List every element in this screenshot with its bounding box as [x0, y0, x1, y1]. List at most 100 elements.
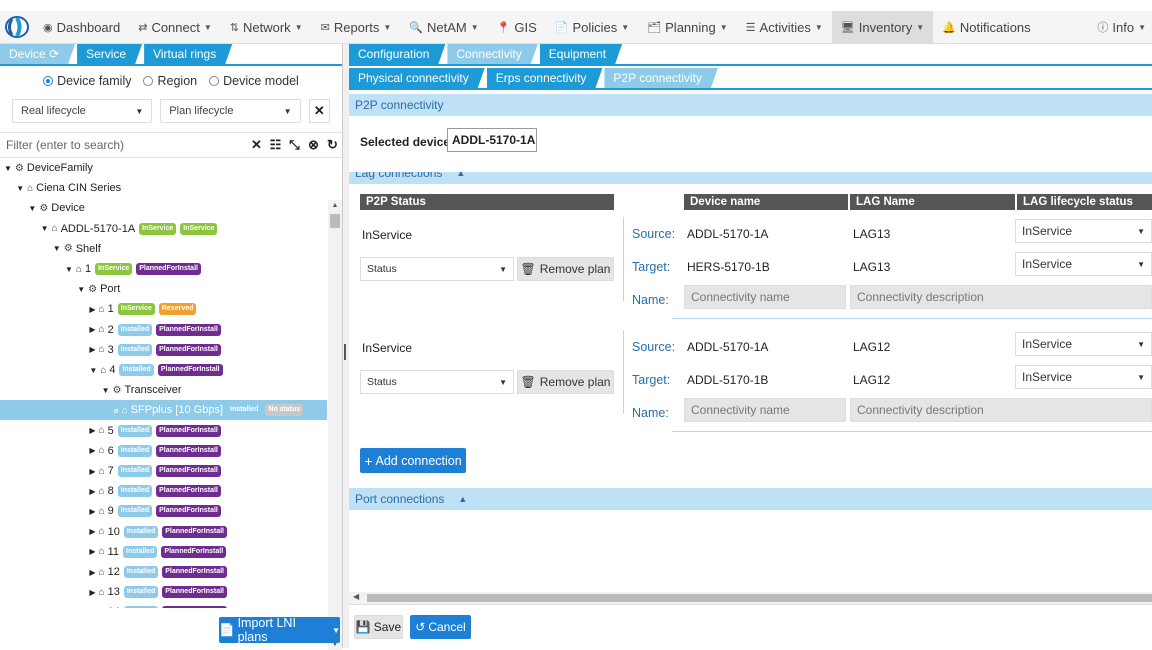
- tree-node[interactable]: ▶⌂8InstalledPlannedForInstall: [0, 481, 327, 501]
- filter-input[interactable]: Filter (enter to search): [0, 138, 247, 152]
- horizontal-scrollbar[interactable]: ◀: [349, 592, 1152, 604]
- tab-connectivity[interactable]: Connectivity: [447, 44, 537, 64]
- add-connection-button[interactable]: + Add connection: [360, 448, 466, 473]
- caret-down-icon[interactable]: ▼: [28, 204, 36, 213]
- target-lifecycle-select[interactable]: InService▼: [1015, 252, 1152, 276]
- nav-reports[interactable]: ✉Reports▼: [312, 11, 401, 43]
- remove-plan-button[interactable]: 🗑Remove plan: [517, 257, 614, 281]
- nav-netam[interactable]: 🔍NetAM▼: [400, 11, 487, 43]
- caret-down-icon[interactable]: ▼: [53, 244, 61, 253]
- caret-down-icon[interactable]: ▼: [4, 164, 12, 173]
- caret-down-icon[interactable]: ▼: [41, 224, 49, 233]
- nav-policies[interactable]: 📄Policies▼: [546, 11, 638, 43]
- import-lni-plans-button[interactable]: 📄 Import LNI plans ▼: [219, 617, 340, 643]
- caret-right-icon[interactable]: ▶: [89, 325, 95, 334]
- port-section-header[interactable]: Port connections▲: [349, 488, 1152, 510]
- source-lifecycle-select[interactable]: InService▼: [1015, 332, 1152, 356]
- caret-right-icon[interactable]: ▶: [89, 305, 95, 314]
- real-lifecycle-select[interactable]: Real lifecycle▼: [12, 99, 152, 123]
- collapse-up-icon[interactable]: ▲: [458, 494, 467, 504]
- tab-service[interactable]: Service: [77, 44, 142, 64]
- nav-notifications[interactable]: 🔔Notifications: [933, 11, 1040, 43]
- connectivity-description-input[interactable]: Connectivity description: [850, 398, 1152, 422]
- remove-plan-button[interactable]: 🗑Remove plan: [517, 370, 614, 394]
- caret-right-icon[interactable]: ▶: [89, 467, 95, 476]
- close-circle-icon[interactable]: ⊗: [304, 137, 323, 153]
- caret-right-icon[interactable]: ▶: [89, 487, 95, 496]
- radio-dot[interactable]: [143, 76, 153, 86]
- refresh-icon[interactable]: ↻: [323, 137, 342, 153]
- tree-node[interactable]: ▶⌂2InstalledPlannedForInstall: [0, 320, 327, 340]
- tree-node[interactable]: ▼⚙Device: [0, 198, 327, 218]
- clear-filter-icon[interactable]: ✕: [247, 137, 266, 153]
- tree-node[interactable]: ▶⌂7InstalledPlannedForInstall: [0, 461, 327, 481]
- plan-lifecycle-select[interactable]: Plan lifecycle▼: [160, 99, 300, 123]
- caret-down-icon[interactable]: ▼: [102, 386, 110, 395]
- radio-dot[interactable]: [43, 76, 53, 86]
- source-lifecycle-select[interactable]: InService▼: [1015, 219, 1152, 243]
- tree-node[interactable]: ▶⌂10InstalledPlannedForInstall: [0, 522, 327, 542]
- list-icon[interactable]: ☷: [266, 137, 285, 153]
- caret-right-icon[interactable]: ▶: [89, 588, 95, 597]
- refresh-icon[interactable]: ⟳: [46, 47, 59, 61]
- caret-right-icon[interactable]: ▶: [89, 507, 95, 516]
- status-select[interactable]: Status▼: [360, 257, 514, 281]
- tree-scrollbar[interactable]: ▲ ▼: [328, 200, 342, 650]
- connectivity-name-input[interactable]: Connectivity name: [684, 398, 846, 422]
- tree-node[interactable]: ▶⌂9InstalledPlannedForInstall: [0, 501, 327, 521]
- hscroll-thumb[interactable]: [367, 594, 1152, 602]
- tree-node[interactable]: ▶⌂14InstalledPlannedForInstall: [0, 602, 327, 608]
- status-select[interactable]: Status▼: [360, 370, 514, 394]
- connectivity-description-input[interactable]: Connectivity description: [850, 285, 1152, 309]
- nav-network[interactable]: ⇅Network▼: [221, 11, 312, 43]
- tree-node[interactable]: ▶⌂11InstalledPlannedForInstall: [0, 542, 327, 562]
- caret-down-icon[interactable]: ▼: [89, 366, 97, 375]
- target-lifecycle-select[interactable]: InService▼: [1015, 365, 1152, 389]
- scroll-up-icon[interactable]: ▲: [328, 202, 342, 209]
- caret-right-icon[interactable]: ▶: [89, 446, 95, 455]
- caret-right-icon[interactable]: ▶: [89, 345, 95, 354]
- radio-device-family[interactable]: Device family: [43, 74, 131, 88]
- caret-right-icon[interactable]: ▶: [89, 568, 95, 577]
- cancel-button[interactable]: ↺Cancel: [410, 615, 471, 639]
- nav-connect[interactable]: ⇄Connect▼: [129, 11, 221, 43]
- tab-physical-connectivity[interactable]: Physical connectivity: [349, 68, 485, 88]
- scroll-thumb[interactable]: [330, 214, 340, 228]
- tree-node[interactable]: ▶⌂13InstalledPlannedForInstall: [0, 582, 327, 602]
- tab-erps-connectivity[interactable]: Erps connectivity: [487, 68, 603, 88]
- tree-node[interactable]: ▼⚙Shelf: [0, 239, 327, 259]
- nav-planning[interactable]: 🗂Planning▼: [638, 11, 737, 43]
- tab-p2p-connectivity[interactable]: P2P connectivity: [604, 68, 718, 88]
- tab-virtual-rings[interactable]: Virtual rings: [144, 44, 232, 64]
- save-button[interactable]: 💾Save: [354, 615, 403, 639]
- tree-node[interactable]: ▼⌂1InServicePlannedForInstall: [0, 259, 327, 279]
- app-logo[interactable]: [0, 11, 34, 43]
- caret-right-icon[interactable]: ▶: [89, 426, 95, 435]
- tree-node[interactable]: ▶⌂6InstalledPlannedForInstall: [0, 441, 327, 461]
- tree-node[interactable]: ⌀⌂SFPplus [10 Gbps]InstalledNo status: [0, 400, 327, 420]
- tree-node[interactable]: ▶⌂3InstalledPlannedForInstall: [0, 340, 327, 360]
- connectivity-name-input[interactable]: Connectivity name: [684, 285, 846, 309]
- collapse-icon[interactable]: ⤡: [285, 137, 304, 153]
- tree-node[interactable]: ▼⚙Transceiver: [0, 380, 327, 400]
- tree-node[interactable]: ▼⚙DeviceFamily: [0, 158, 327, 178]
- nav-activities[interactable]: ☰Activities▼: [737, 11, 832, 43]
- nav-inventory[interactable]: 🖥Inventory▼: [832, 11, 933, 43]
- nav-dashboard[interactable]: ◉Dashboard: [34, 11, 129, 43]
- scroll-left-icon[interactable]: ◀: [353, 592, 359, 601]
- nav-info[interactable]: ⓘInfo▼: [1088, 11, 1152, 43]
- radio-region[interactable]: Region: [143, 74, 197, 88]
- caret-right-icon[interactable]: ▶: [89, 527, 95, 536]
- caret-down-icon[interactable]: ▼: [65, 265, 73, 274]
- tree-node[interactable]: ▼⌂ADDL-5170-1AInServiceInService: [0, 219, 327, 239]
- clear-lifecycle-button[interactable]: ✕: [309, 99, 330, 123]
- splitter-handle[interactable]: [344, 344, 346, 360]
- caret-down-icon[interactable]: ▼: [16, 184, 24, 193]
- tree-node[interactable]: ▼⌂4InstalledPlannedForInstall: [0, 360, 327, 380]
- tree-node[interactable]: ▼⚙Port: [0, 279, 327, 299]
- tab-device[interactable]: Device ⟳: [0, 44, 75, 64]
- radio-device-model[interactable]: Device model: [209, 74, 299, 88]
- caret-right-icon[interactable]: ▶: [89, 547, 95, 556]
- tab-equipment[interactable]: Equipment: [540, 44, 622, 64]
- radio-dot[interactable]: [209, 76, 219, 86]
